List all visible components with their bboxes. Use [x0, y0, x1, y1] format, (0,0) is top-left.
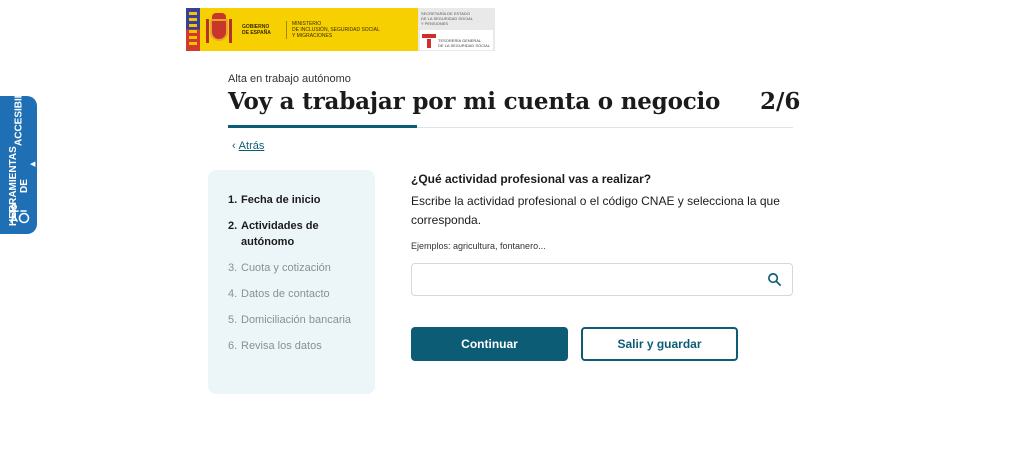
chevron-left-icon: ‹: [232, 140, 236, 152]
accessibility-label: HERRAMIENTAS DE ACCESIBILIDAD: [7, 67, 30, 227]
step-indicator: 2/6: [760, 88, 801, 115]
government-logo: GOBIERNO DE ESPAÑA MINISTERIO DE INCLUSI…: [186, 8, 495, 51]
step-item: 4. Datos de contacto: [228, 288, 330, 300]
progress-bar: [228, 125, 417, 128]
save-and-exit-button[interactable]: Salir y guardar: [581, 327, 738, 361]
steps-panel: 1. Fecha de inicio 2. Actividades de autón…: [208, 170, 375, 394]
flag-strip: [186, 8, 200, 51]
step-item: 6. Revisa los datos: [228, 340, 322, 352]
accessibility-tools-tab[interactable]: HERRAMIENTAS DE ACCESIBILIDAD ◀: [0, 67, 37, 234]
back-link[interactable]: ‹ Atrás: [232, 140, 264, 152]
examples-hint: Ejemplos: agricultura, fontanero...: [411, 241, 546, 251]
step-item: 1. Fecha de inicio: [228, 194, 321, 206]
page-kicker: Alta en trabajo autónomo: [228, 73, 351, 85]
secretary-name: SECRETARÍA DE ESTADO DE LA SEGURIDAD SOC…: [421, 11, 474, 26]
secretary-block: SECRETARÍA DE ESTADO DE LA SEGURIDAD SOC…: [418, 8, 495, 51]
gov-name: GOBIERNO DE ESPAÑA: [242, 23, 271, 36]
activity-search-input[interactable]: [412, 264, 742, 295]
question-title: ¿Qué actividad profesional vas a realiza…: [411, 172, 652, 186]
caret-left-icon: ◀: [30, 161, 36, 168]
step-item-current: 2. Actividades de autónomo: [228, 220, 319, 248]
page-title: Voy a trabajar por mi cuenta o negocio: [228, 88, 721, 115]
continue-button[interactable]: Continuar: [411, 327, 568, 361]
question-description: Escribe la actividad profesional o el có…: [411, 194, 780, 227]
coat-of-arms-icon: [206, 12, 232, 47]
tgss-logo: TESORERÍA GENERAL DE LA SEGURIDAD SOCIAL: [420, 30, 493, 50]
activity-search-box: [411, 263, 793, 296]
step-item: 3. Cuota y cotización: [228, 262, 331, 274]
search-icon[interactable]: [767, 272, 782, 287]
gov-banner: GOBIERNO DE ESPAÑA MINISTERIO DE INCLUSI…: [200, 8, 418, 51]
step-item: 5. Domiciliación bancaria: [228, 314, 352, 326]
ministry-name: MINISTERIO DE INCLUSIÓN, SEGURIDAD SOCIA…: [286, 20, 396, 39]
tgss-icon: [422, 34, 436, 48]
